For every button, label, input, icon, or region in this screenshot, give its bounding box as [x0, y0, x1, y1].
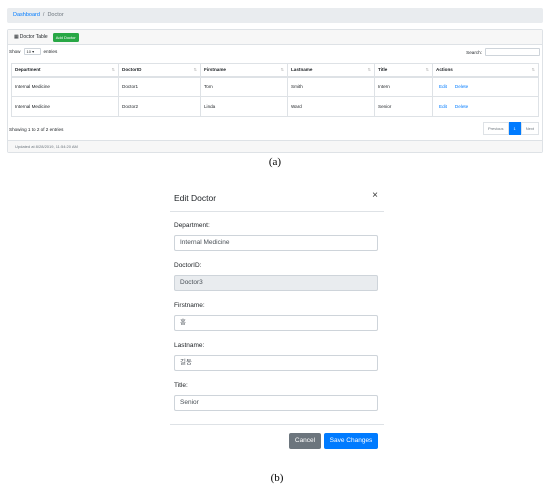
- cell-doctorid: Doctor2: [118, 96, 201, 117]
- cell-actions: Edit Delete: [432, 76, 539, 97]
- table-row: Internal Medicine Doctor2 Linda Ward Sen…: [11, 96, 539, 117]
- cell-department: Internal Medicine: [11, 96, 119, 117]
- sort-asc-icon: ⇅: [111, 67, 115, 72]
- department-label: Department:: [174, 222, 210, 229]
- card-footer: Updated at 8/28/2019, 11:54:20 AM: [8, 140, 542, 152]
- sort-icon: ⇅: [531, 67, 535, 72]
- edit-link[interactable]: Edit: [439, 84, 447, 89]
- column-header-firstname[interactable]: Firstname ⇅: [200, 63, 288, 78]
- cell-title: Intern: [374, 76, 433, 97]
- cell-doctorid: Doctor1: [118, 76, 201, 97]
- search-input[interactable]: [485, 48, 540, 56]
- show-label: Show: [9, 49, 21, 54]
- firstname-label: Firstname:: [174, 302, 205, 309]
- entries-select[interactable]: 10 ▾: [23, 48, 41, 55]
- chevron-down-icon: ▾: [32, 49, 35, 54]
- column-header-actions[interactable]: Actions ⇅: [432, 63, 539, 78]
- sort-icon: ⇅: [193, 67, 197, 72]
- edit-doctor-modal: Edit Doctor × Department: Internal Medic…: [166, 180, 384, 455]
- table-info: Showing 1 to 2 of 2 entries: [9, 127, 64, 132]
- lastname-field[interactable]: 길동: [174, 355, 378, 371]
- cell-actions: Edit Delete: [432, 96, 539, 117]
- cell-firstname: Tom: [200, 76, 288, 97]
- search-wrap: Search:: [466, 48, 540, 56]
- table-header-row: Department ⇅ DoctorID ⇅ Firstname ⇅ Lastnam…: [11, 63, 539, 78]
- modal-footer-divider: [170, 424, 384, 425]
- caption-a: (a): [268, 156, 282, 168]
- caption-b: (b): [270, 472, 284, 484]
- breadcrumb-dashboard-link[interactable]: Dashboard: [13, 12, 40, 18]
- breadcrumb-current: Doctor: [47, 12, 64, 18]
- pagination-previous[interactable]: Previous: [482, 122, 509, 135]
- firstname-field[interactable]: 홍: [174, 315, 378, 331]
- column-header-lastname[interactable]: Lastname ⇅: [287, 63, 375, 78]
- column-header-department[interactable]: Department ⇅: [11, 63, 119, 78]
- modal-title: Edit Doctor: [174, 193, 217, 203]
- sort-icon: ⇅: [425, 67, 429, 72]
- cell-department: Internal Medicine: [11, 76, 119, 97]
- table-row: Internal Medicine Doctor1 Tom Smith Inte…: [11, 76, 539, 97]
- delete-link[interactable]: Delete: [455, 84, 468, 89]
- table-controls: Show 10 ▾ entries Search:: [8, 45, 542, 59]
- sort-icon: ⇅: [280, 67, 284, 72]
- title-field[interactable]: Senior: [174, 395, 378, 411]
- cell-title: Senior: [374, 96, 433, 117]
- show-entries: Show 10 ▾ entries: [9, 48, 57, 55]
- title-label: Title:: [174, 382, 188, 389]
- modal-header-divider: [170, 211, 384, 212]
- sort-icon: ⇅: [367, 67, 371, 72]
- department-field[interactable]: Internal Medicine: [174, 235, 378, 251]
- card-title: Doctor Table: [19, 34, 48, 40]
- add-doctor-button[interactable]: Add Doctor: [52, 32, 79, 42]
- doctor-table-card: ▦ Doctor Table Add Doctor Show 10 ▾ entr…: [7, 29, 543, 153]
- cancel-button[interactable]: Cancel: [289, 433, 321, 449]
- pagination-page-1[interactable]: 1: [508, 122, 521, 135]
- cell-firstname: Linda: [200, 96, 288, 117]
- save-changes-button[interactable]: Save Changes: [324, 433, 378, 449]
- search-label: Search:: [466, 49, 482, 55]
- delete-link[interactable]: Delete: [455, 104, 468, 109]
- edit-link[interactable]: Edit: [439, 104, 447, 109]
- column-header-doctorid[interactable]: DoctorID ⇅: [118, 63, 201, 78]
- lastname-label: Lastname:: [174, 342, 205, 349]
- table-icon: ▦: [14, 34, 19, 40]
- breadcrumb: Dashboard / Doctor: [7, 8, 543, 23]
- entries-label: entries: [43, 49, 58, 54]
- doctorid-label: DoctorID:: [174, 262, 202, 269]
- cell-lastname: Ward: [287, 96, 375, 117]
- doctorid-field: Doctor3: [174, 275, 378, 291]
- card-header: ▦ Doctor Table Add Doctor: [8, 30, 542, 45]
- entries-value: 10: [26, 49, 31, 54]
- pagination: Previous 1 Next: [482, 122, 539, 135]
- column-header-title[interactable]: Title ⇅: [374, 63, 433, 78]
- doctor-table: Department ⇅ DoctorID ⇅ Firstname ⇅ Lastnam…: [11, 63, 539, 117]
- close-icon[interactable]: ×: [372, 190, 378, 201]
- pagination-next[interactable]: Next: [520, 122, 539, 135]
- cell-lastname: Smith: [287, 76, 375, 97]
